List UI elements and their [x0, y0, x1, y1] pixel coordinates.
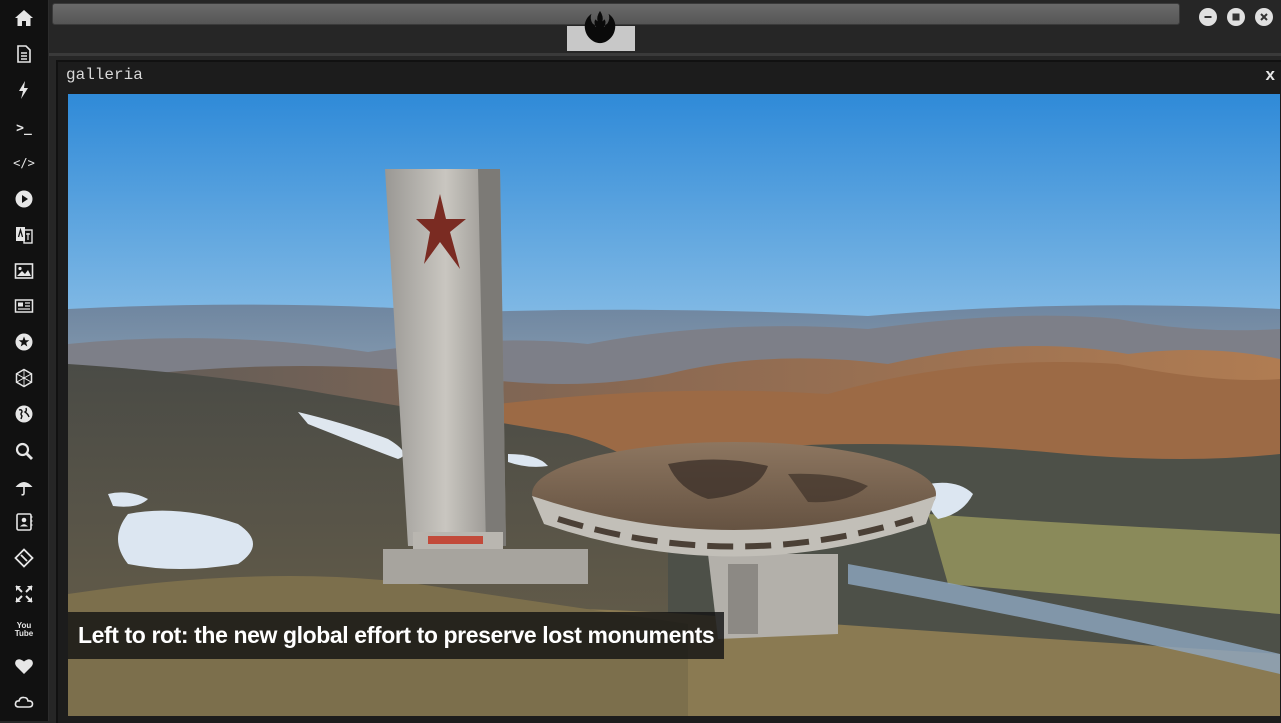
- translate-icon[interactable]: [12, 223, 36, 247]
- galleria-window: galleria x Left to rot: the new global e…: [56, 60, 1281, 723]
- maximize-icon[interactable]: [1227, 8, 1245, 26]
- code-icon[interactable]: </>: [12, 151, 36, 175]
- bolt-icon[interactable]: [12, 78, 36, 102]
- window-close-button[interactable]: x: [1266, 65, 1275, 85]
- hexagon-icon[interactable]: [12, 366, 36, 390]
- terminal-icon[interactable]: >_: [12, 116, 36, 140]
- gallery-caption: Left to rot: the new global effort to pr…: [68, 612, 725, 659]
- globe-icon[interactable]: [12, 402, 36, 426]
- play-icon[interactable]: [12, 187, 36, 211]
- home-icon[interactable]: [12, 6, 36, 30]
- window-title: galleria: [66, 66, 143, 84]
- newspaper-icon[interactable]: [12, 294, 36, 318]
- star-circle-icon[interactable]: [12, 330, 36, 354]
- minimize-icon[interactable]: [1199, 8, 1217, 26]
- expand-icon[interactable]: [12, 582, 36, 606]
- rebel-alliance-icon: [579, 8, 621, 46]
- youtube-icon[interactable]: You Tube: [12, 618, 36, 642]
- gallery-image-frame[interactable]: Left to rot: the new global effort to pr…: [68, 94, 1280, 716]
- search-icon[interactable]: [12, 439, 36, 463]
- close-icon[interactable]: [1255, 8, 1273, 26]
- contact-book-icon[interactable]: [12, 510, 36, 534]
- image-icon[interactable]: [12, 259, 36, 283]
- git-diamond-icon[interactable]: [12, 546, 36, 570]
- heart-icon[interactable]: [12, 654, 36, 678]
- cloud-icon[interactable]: [12, 690, 36, 714]
- sidebar: >_ </> You Tube: [0, 0, 49, 721]
- divider: [49, 53, 1281, 56]
- umbrella-icon[interactable]: [12, 475, 36, 499]
- document-icon[interactable]: [12, 42, 36, 66]
- top-bar: [49, 0, 1281, 52]
